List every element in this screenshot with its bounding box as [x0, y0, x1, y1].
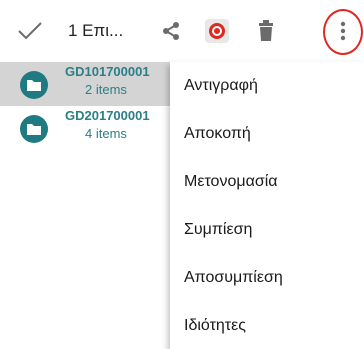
folder-icon [20, 71, 48, 99]
menu-item-label: Αντιγραφή [184, 77, 258, 94]
menu-item-label: Συμπίεση [184, 221, 253, 238]
highlight-circle [323, 9, 363, 55]
confirm-selection-button[interactable] [8, 0, 52, 62]
file-meta: 4 items [85, 126, 127, 141]
menu-item-properties[interactable]: Ιδιότητες [170, 302, 364, 349]
menu-item-compress[interactable]: Συμπίεση [170, 206, 364, 254]
file-name: GD101700001 [65, 64, 150, 79]
menu-item-label: Αποσυμπίεση [184, 269, 283, 286]
shortcut-icon [205, 19, 229, 43]
check-icon [18, 22, 42, 40]
selection-count: 1 Επι... [68, 0, 148, 62]
menu-item-label: Μετονομασία [184, 173, 278, 190]
list-item[interactable]: GD201700001 4 items [0, 106, 170, 150]
menu-item-cut[interactable]: Αποκοπή [170, 110, 364, 158]
context-menu: Αντιγραφή Αποκοπή Μετονομασία Συμπίεση Α… [170, 62, 364, 349]
file-meta: 2 items [85, 82, 127, 97]
menu-item-rename[interactable]: Μετονομασία [170, 158, 364, 206]
menu-item-label: Ιδιότητες [184, 317, 246, 334]
menu-item-copy[interactable]: Αντιγραφή [170, 62, 364, 110]
file-name: GD201700001 [65, 108, 150, 123]
trash-icon [259, 20, 273, 41]
file-manager-screen: 1 Επι... GD101700001 2 items GD201700001… [0, 0, 364, 349]
selection-count-label: 1 Επι... [68, 21, 124, 40]
folder-icon [20, 115, 48, 143]
menu-item-label: Αποκοπή [184, 125, 251, 142]
selection-toolbar: 1 Επι... [0, 0, 364, 62]
share-icon [163, 22, 179, 40]
delete-button[interactable] [244, 0, 288, 62]
list-item[interactable]: GD101700001 2 items [0, 62, 170, 106]
file-list: GD101700001 2 items GD201700001 4 items [0, 62, 170, 349]
shortcut-button[interactable] [196, 0, 238, 62]
menu-item-extract[interactable]: Αποσυμπίεση [170, 254, 364, 302]
share-button[interactable] [150, 0, 192, 62]
